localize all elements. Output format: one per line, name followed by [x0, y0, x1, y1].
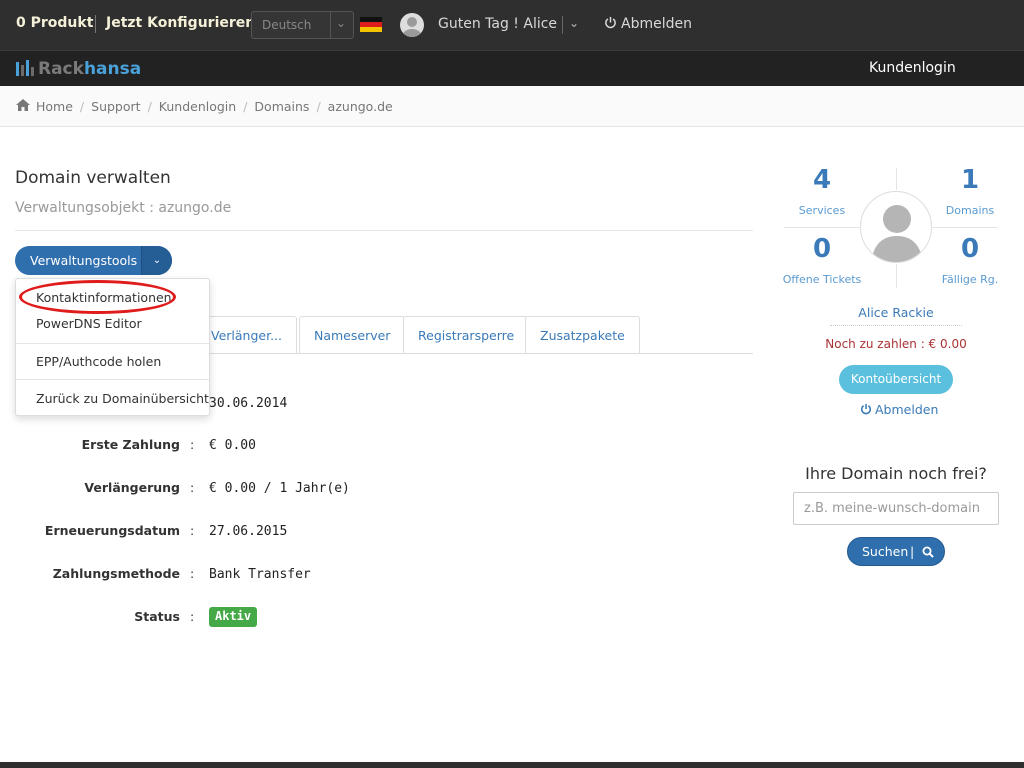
renewal-date-label: Erneuerungsdatum [44, 523, 180, 538]
payment-method-label: Zahlungsmethode [52, 566, 180, 581]
management-tools-button[interactable]: Verwaltungstools ⌄ [15, 246, 172, 275]
sidebar-logout-label: Abmelden [875, 402, 939, 417]
invoices-count[interactable]: 0 [930, 234, 1010, 264]
chevron-down-icon[interactable]: ⌄ [141, 246, 172, 275]
status-badge: Aktiv [209, 607, 258, 627]
breadcrumb-home[interactable]: Home [36, 99, 73, 114]
logout-label: Abmelden [621, 16, 692, 32]
search-button[interactable]: Suchen | [847, 537, 945, 566]
greeting-menu[interactable]: Guten Tag ! Alice [438, 16, 557, 32]
tickets-count[interactable]: 0 [782, 234, 862, 264]
first-payment-value: € 0.00 [209, 438, 256, 453]
services-count[interactable]: 4 [782, 165, 862, 195]
payment-method-value: Bank Transfer [209, 567, 311, 582]
domain-search-input[interactable] [793, 492, 999, 525]
power-icon [605, 16, 616, 29]
tickets-label[interactable]: Offene Tickets [772, 273, 872, 286]
invoices-label[interactable]: Fällige Rg. [920, 273, 1020, 286]
chevron-down-icon: ⌄ [336, 16, 347, 30]
cart-products-link[interactable]: 0 Produkt [16, 15, 93, 31]
divider [15, 230, 753, 231]
page-subtitle: Verwaltungsobjekt : azungo.de [15, 200, 232, 216]
breadcrumb: Home / Support / Kundenlogin / Domains / azungo.… [0, 86, 1024, 127]
menu-item-epp-authcode[interactable]: EPP/Authcode holen [36, 354, 161, 369]
status-label: Status [134, 609, 180, 624]
main-navbar: Rackhansa Kundenlogin [0, 50, 1024, 86]
configure-link[interactable]: Jetzt Konfigurieren [106, 15, 255, 31]
logo-bars-icon [16, 60, 34, 76]
language-value: Deutsch [262, 18, 312, 32]
footer-bar [0, 762, 1024, 768]
search-button-label: Suchen [862, 544, 909, 559]
highlight-ring-annotation [19, 280, 176, 314]
domains-label[interactable]: Domains [920, 204, 1020, 217]
top-bar: 0 Produkt Jetzt Konfigurieren Deutsch ⌄ … [0, 0, 1024, 50]
domains-count[interactable]: 1 [930, 165, 1010, 195]
power-icon [861, 403, 871, 415]
breadcrumb-kundenlogin[interactable]: Kundenlogin [159, 99, 236, 114]
profile-name[interactable]: Alice Rackie [830, 305, 962, 320]
home-icon [16, 99, 30, 111]
breadcrumb-support[interactable]: Support [91, 99, 140, 114]
breadcrumb-current: azungo.de [327, 99, 393, 114]
amount-due: Noch zu zahlen : € 0.00 [825, 337, 967, 351]
tab-registrar-lock[interactable]: Registrarsperre [403, 316, 530, 353]
renewal-date-value: 27.06.2015 [209, 524, 288, 539]
first-payment-label: Erste Zahlung [81, 437, 180, 452]
search-icon [922, 546, 934, 558]
user-avatar-icon[interactable] [400, 13, 424, 37]
breadcrumb-domains[interactable]: Domains [254, 99, 309, 114]
flag-de-icon[interactable] [360, 17, 382, 32]
divider [562, 16, 563, 34]
sidebar-logout-link[interactable]: Abmelden [860, 402, 938, 417]
domain-check-title: Ihre Domain noch frei? [805, 464, 987, 483]
renewal-value: € 0.00 / 1 Jahr(e) [209, 481, 350, 496]
chevron-down-icon[interactable]: ⌄ [569, 16, 579, 30]
account-overview-button[interactable]: Kontoübersicht [839, 365, 953, 394]
services-label[interactable]: Services [772, 204, 872, 217]
management-tools-label: Verwaltungstools [30, 253, 138, 268]
tab-renewal[interactable]: Verlänger... [196, 316, 298, 353]
registration-date-value: 30.06.2014 [209, 396, 288, 411]
menu-item-powerdns-editor[interactable]: PowerDNS Editor [36, 316, 142, 331]
logo[interactable]: Rackhansa [16, 59, 141, 79]
tab-addons[interactable]: Zusatzpakete [525, 316, 640, 353]
divider [95, 15, 96, 33]
language-select[interactable]: Deutsch ⌄ [251, 11, 354, 39]
page-title: Domain verwalten [15, 168, 171, 188]
profile-avatar [860, 191, 932, 263]
renewal-label: Verlängerung [84, 480, 180, 495]
menu-item-back-to-domains[interactable]: Zurück zu Domainübersicht [36, 391, 209, 406]
logout-link[interactable]: Abmelden [604, 16, 692, 32]
tab-nameserver[interactable]: Nameserver [299, 316, 406, 353]
customer-login-link[interactable]: Kundenlogin [869, 60, 956, 76]
